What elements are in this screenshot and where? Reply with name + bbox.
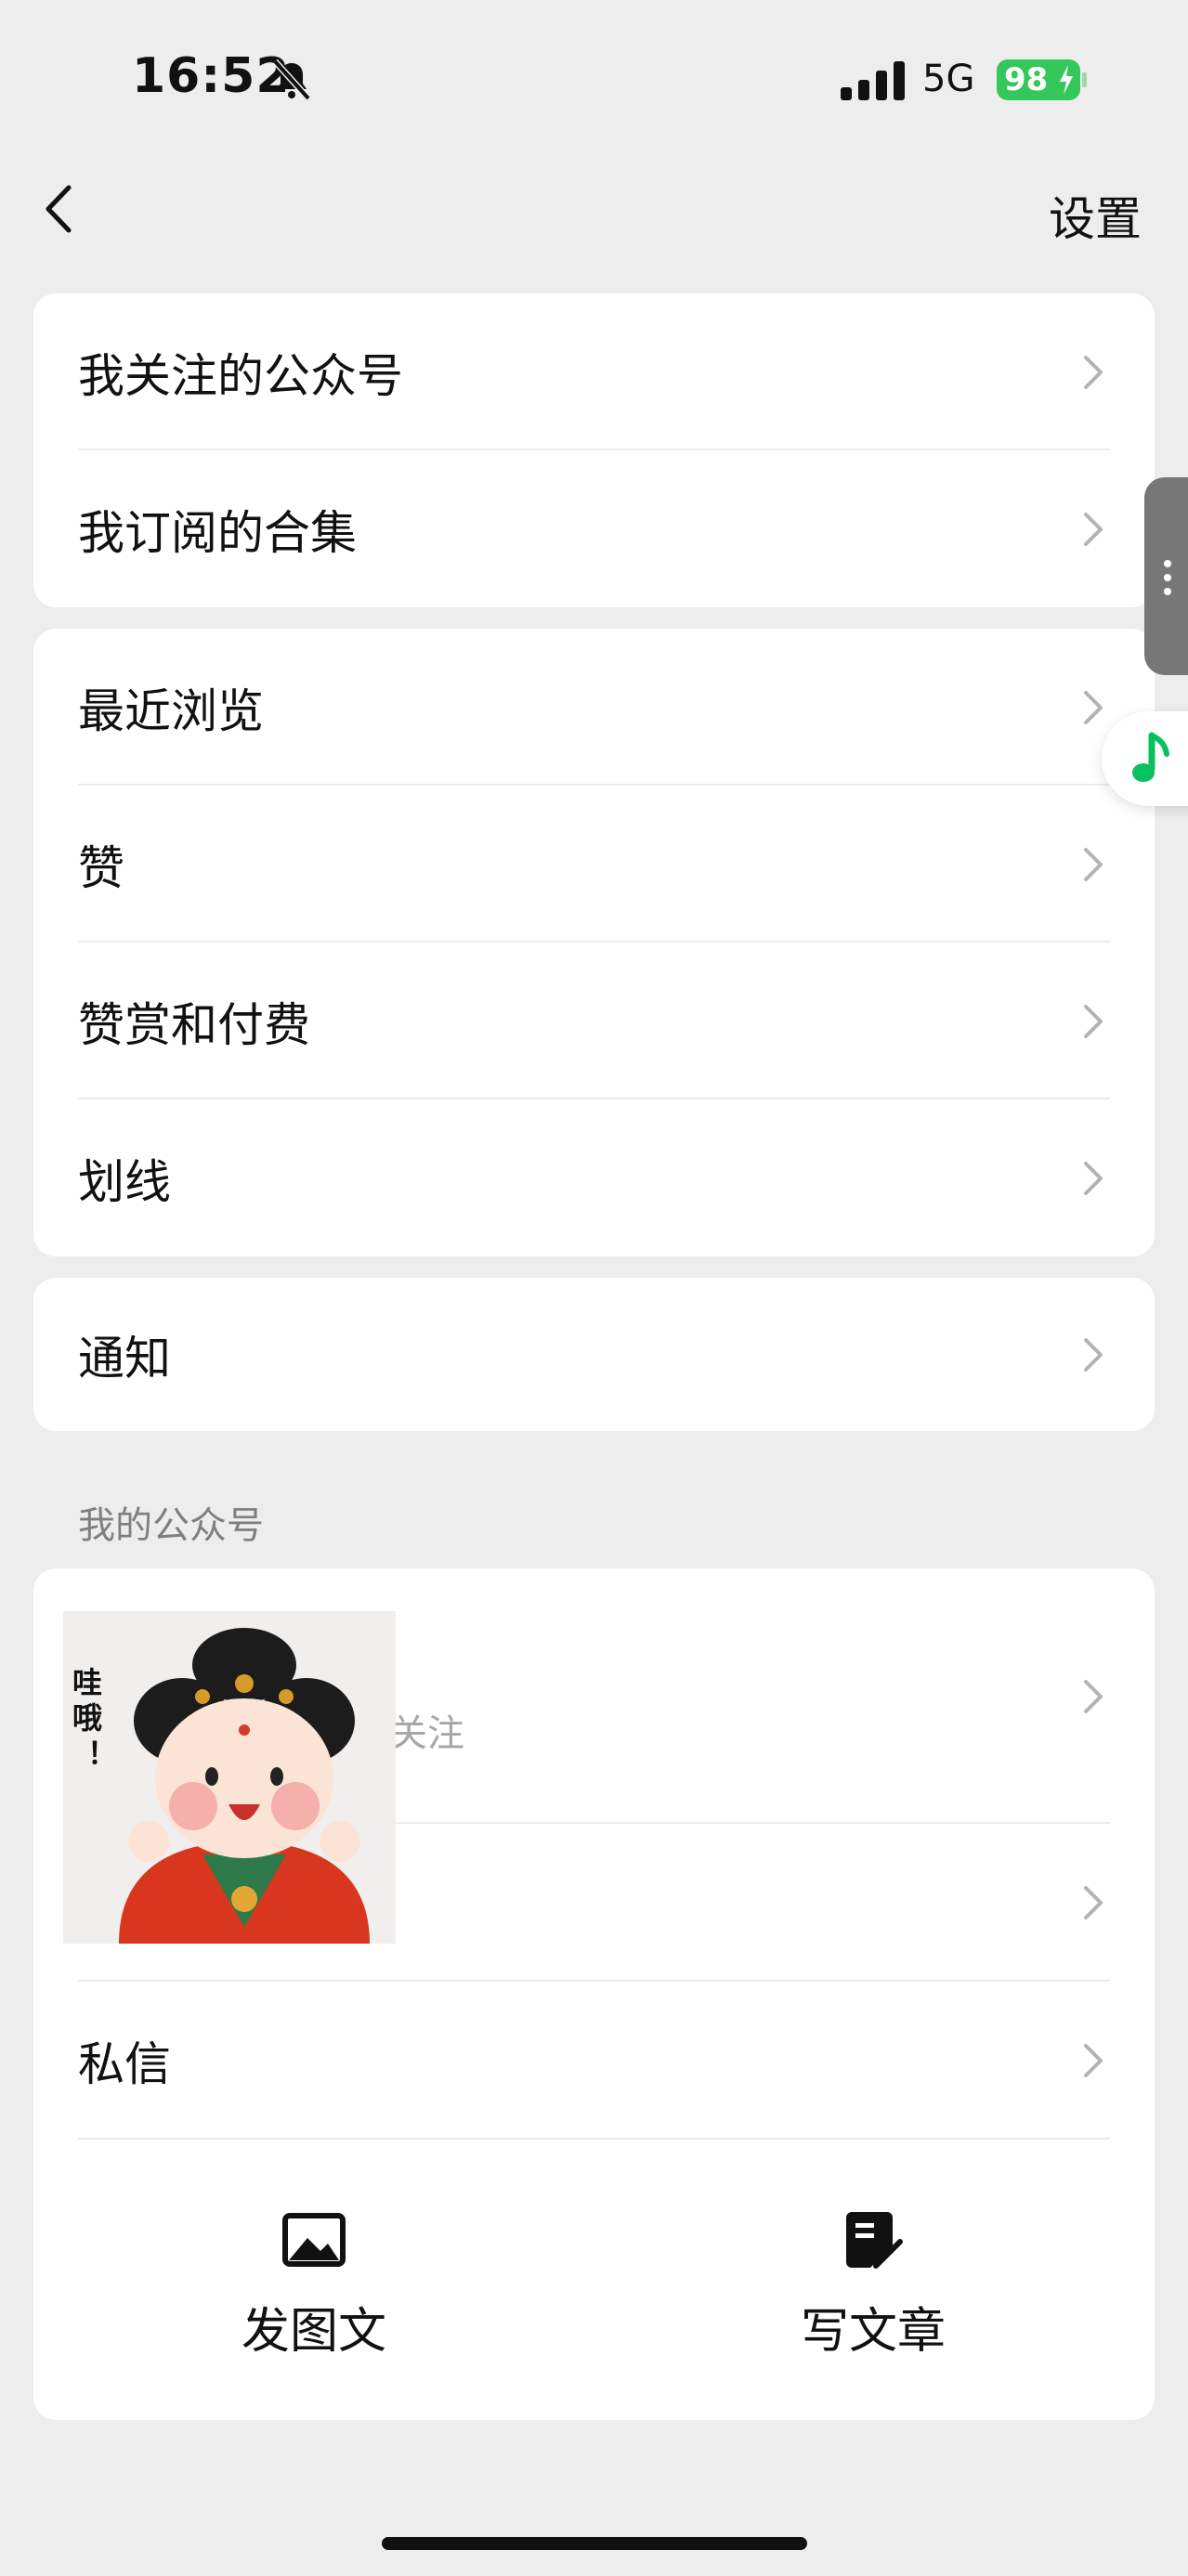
battery-level: 98 [1004, 61, 1049, 98]
menu-item-label: 我订阅的合集 [78, 505, 357, 560]
write-article-button[interactable]: 写文章 [734, 2210, 1012, 2360]
menu-item-recent[interactable]: 最近浏览 [33, 629, 1155, 786]
home-indicator[interactable] [382, 2537, 807, 2550]
action-label: 发图文 [241, 2304, 386, 2360]
signal-icon [841, 61, 905, 100]
chevron-right-icon [1084, 847, 1103, 881]
action-label: 写文章 [800, 2304, 946, 2360]
network-label: 5G [922, 58, 975, 100]
avatar-sticker[interactable]: 哇 哦 ！ [63, 1611, 396, 1944]
edit-note-icon [846, 2212, 903, 2269]
avatar-illustration: 哇 哦 ！ [63, 1611, 396, 1944]
divider [78, 2138, 1110, 2140]
chevron-right-icon [1084, 1679, 1103, 1713]
chevron-right-icon [1084, 512, 1103, 546]
menu-item-highlights[interactable]: 划线 [33, 1099, 1155, 1256]
floating-music-button[interactable] [1102, 711, 1188, 806]
menu-item-subscribed-collections[interactable]: 我订阅的合集 [33, 450, 1155, 607]
menu-item-likes[interactable]: 赞 [33, 786, 1155, 943]
battery-indicator: 98 [997, 59, 1080, 100]
bell-muted-icon [272, 59, 311, 101]
menu-item-label: 私信 [78, 2037, 171, 2091]
status-bar: 16:52 5G 98 [0, 0, 1188, 163]
subscriptions-card: 我关注的公众号 我订阅的合集 [33, 293, 1155, 607]
chevron-right-icon [1084, 1337, 1103, 1372]
svg-text:哦: 哦 [72, 1700, 102, 1736]
music-note-icon [1132, 732, 1169, 782]
floating-menu-handle[interactable] [1144, 477, 1188, 675]
menu-item-label: 最近浏览 [78, 683, 264, 738]
menu-item-rewards-payments[interactable]: 赞赏和付费 [33, 943, 1155, 1099]
svg-text:！: ！ [87, 1736, 117, 1771]
menu-item-label: 划线 [78, 1154, 171, 1209]
notifications-card: 通知 [33, 1278, 1155, 1431]
settings-button[interactable]: 设置 [1049, 182, 1142, 249]
chevron-right-icon [1084, 1004, 1103, 1038]
activity-card: 最近浏览 赞 赞赏和付费 划线 [33, 629, 1155, 1256]
chevron-right-icon [1084, 1886, 1103, 1919]
chevron-right-icon [1084, 355, 1103, 389]
charging-icon [1060, 65, 1073, 95]
menu-item-label: 赞赏和付费 [78, 997, 310, 1052]
menu-item-private-messages[interactable]: 私信 [33, 1982, 1155, 2140]
menu-item-label: 我关注的公众号 [78, 348, 403, 403]
chevron-right-icon [1084, 1161, 1103, 1195]
menu-item-label: 赞 [78, 840, 124, 895]
menu-item-notifications[interactable]: 通知 [33, 1278, 1155, 1431]
section-title-my-account: 我的公众号 [78, 1504, 264, 1547]
menu-item-label: 通知 [78, 1331, 171, 1386]
more-vertical-icon [1164, 560, 1171, 595]
follow-count-label: 关注 [390, 1712, 464, 1755]
menu-item-followed-accounts[interactable]: 我关注的公众号 [33, 293, 1155, 450]
battery-cap [1082, 72, 1087, 87]
svg-text:哇: 哇 [72, 1665, 102, 1700]
post-image-text-button[interactable]: 发图文 [175, 2210, 453, 2360]
back-icon[interactable] [37, 182, 84, 236]
chevron-right-icon [1084, 2044, 1103, 2077]
image-icon [282, 2213, 346, 2267]
chevron-right-icon [1084, 690, 1103, 724]
status-time: 16:52 [132, 48, 291, 104]
